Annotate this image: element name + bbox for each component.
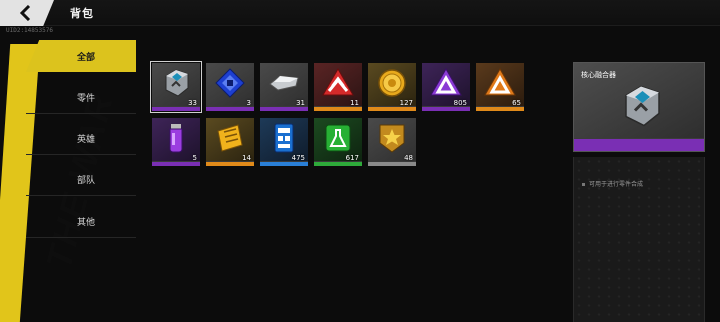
rarity-bar <box>260 162 308 166</box>
item-count: 48 <box>404 154 413 162</box>
item-count: 11 <box>350 99 359 107</box>
nav-tab-label: 零件 <box>76 94 95 104</box>
nav-tab-all[interactable]: 全部 <box>26 40 136 72</box>
gold-ticket-icon <box>217 124 243 152</box>
rarity-bar <box>368 107 416 111</box>
item-count: 127 <box>399 99 413 107</box>
blue-crystal-chip-icon <box>215 68 245 98</box>
nav-tab-heroes[interactable]: 英雄 <box>26 123 136 155</box>
rarity-bar <box>206 162 254 166</box>
page-title: 背包 <box>70 7 94 20</box>
green-flask-icon <box>325 124 351 152</box>
item-description-panel: 可用于进行零件合成 <box>573 157 705 322</box>
bullet-icon <box>582 183 585 186</box>
item-slot[interactable]: 33 <box>150 61 202 113</box>
item-count: 14 <box>242 154 251 162</box>
rarity-bar <box>476 107 524 111</box>
item-detail-name: 核心融合器 <box>581 71 616 79</box>
nav-tab-parts[interactable]: 零件 <box>26 82 136 114</box>
gold-star-badge-icon <box>379 124 405 153</box>
rarity-bar <box>206 107 254 111</box>
item-slot[interactable]: 5 <box>152 118 200 166</box>
rarity-bar <box>368 162 416 166</box>
back-button[interactable] <box>0 0 54 26</box>
item-slot[interactable]: 805 <box>422 63 470 111</box>
rarity-bar <box>422 107 470 111</box>
item-count: 65 <box>512 99 521 107</box>
uid-label: UID2:14853576 <box>6 27 53 34</box>
rarity-bar <box>260 107 308 111</box>
gold-coin-icon <box>378 69 406 97</box>
core-fusion-device-icon <box>625 85 660 127</box>
item-count: 31 <box>296 99 305 107</box>
rarity-bar <box>314 107 362 111</box>
nav-tab-label: 全部 <box>76 52 95 63</box>
item-slot[interactable]: 127 <box>368 63 416 111</box>
item-count: 5 <box>192 154 197 162</box>
rarity-bar <box>574 139 704 151</box>
item-count: 3 <box>246 99 251 107</box>
item-count: 617 <box>345 154 359 162</box>
nav-tab-label: 部队 <box>76 176 95 186</box>
rarity-bar <box>152 162 200 166</box>
nav-tab-other[interactable]: 其他 <box>26 206 136 238</box>
item-count: 33 <box>188 99 197 107</box>
purple-rank-insignia-icon <box>430 67 462 96</box>
nav-tab-label: 其他 <box>76 218 95 228</box>
blue-blueprint-icon <box>274 123 294 153</box>
item-slot[interactable]: 11 <box>314 63 362 111</box>
item-slot[interactable]: 48 <box>368 118 416 166</box>
core-fusion-device-icon <box>165 69 189 97</box>
orange-rank-insignia-icon <box>484 67 516 96</box>
red-rank-insignia-icon <box>322 67 354 96</box>
purple-potion-icon <box>169 124 183 153</box>
item-slot[interactable]: 65 <box>476 63 524 111</box>
item-count: 805 <box>453 99 467 107</box>
rarity-bar <box>152 107 200 111</box>
item-slot[interactable]: 617 <box>314 118 362 166</box>
item-count: 475 <box>291 154 305 162</box>
back-arrow-icon <box>19 5 31 21</box>
item-slot[interactable]: 3 <box>206 63 254 111</box>
item-detail-card: 核心融合器 <box>573 62 705 152</box>
nav-tab-label: 英雄 <box>76 135 95 145</box>
rarity-bar <box>314 162 362 166</box>
item-slot[interactable]: 475 <box>260 118 308 166</box>
item-description: 可用于进行零件合成 <box>589 181 644 188</box>
silver-part-icon <box>269 75 299 91</box>
item-slot[interactable]: 14 <box>206 118 254 166</box>
nav-tab-troops[interactable]: 部队 <box>26 164 136 196</box>
item-slot[interactable]: 31 <box>260 63 308 111</box>
top-bar: 背包 <box>0 0 720 26</box>
